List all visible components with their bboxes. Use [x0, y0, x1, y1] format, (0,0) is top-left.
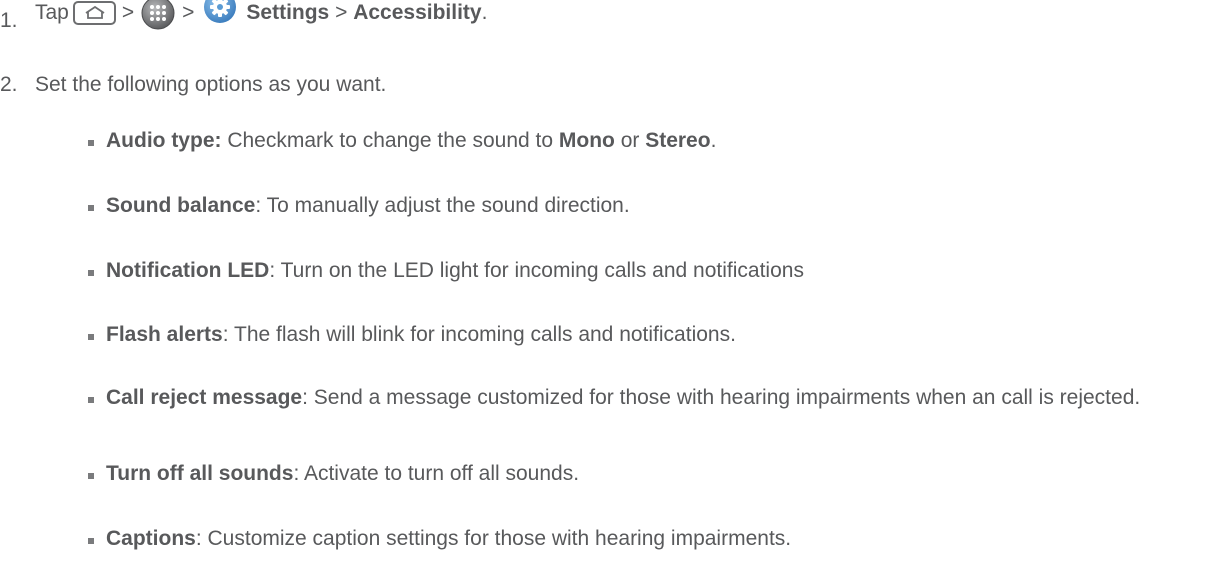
- tap-word: Tap: [35, 1, 69, 24]
- option-text: Call reject message: Send a message cust…: [106, 383, 1186, 413]
- bullet-icon: [88, 397, 94, 403]
- step-text: Tap > > Settings > Accessibility .: [35, 0, 487, 31]
- option-text: Sound balance: To manually adjust the so…: [106, 191, 1186, 221]
- option-desc: : The flash will blink for incoming call…: [222, 323, 736, 346]
- step-number: 2.: [0, 73, 18, 96]
- separator: >: [335, 1, 348, 24]
- option-term: Captions: [106, 527, 196, 550]
- bullet-icon: [88, 205, 94, 211]
- option-text: Captions: Customize caption settings for…: [106, 524, 1186, 554]
- option-desc: : Activate to turn off all sounds.: [293, 462, 580, 485]
- bullet-icon: [88, 538, 94, 544]
- settings-label: Settings: [246, 1, 330, 24]
- option-term: Sound balance: [106, 194, 256, 217]
- document-page: 1. Tap > > Settings > Accessibility . 2.…: [0, 0, 1207, 587]
- option-desc: : Send a message customized for those wi…: [302, 386, 1141, 409]
- option-text: Notification LED: Turn on the LED light …: [106, 256, 1186, 286]
- home-key-icon: [72, 1, 116, 25]
- option-desc: : Turn on the LED light for incoming cal…: [269, 259, 804, 282]
- separator: >: [182, 1, 195, 24]
- step-text: Set the following options as you want.: [35, 73, 387, 96]
- mono-term: Mono: [558, 129, 615, 152]
- option-term: Flash alerts: [106, 323, 223, 346]
- stereo-term: Stereo: [645, 129, 711, 152]
- period: .: [710, 129, 717, 152]
- option-term: Call reject message: [106, 386, 303, 409]
- option-desc: Checkmark to change the sound to: [221, 129, 559, 152]
- bullet-icon: [88, 473, 94, 479]
- step-number: 1.: [0, 9, 18, 32]
- separator: >: [121, 1, 135, 24]
- accessibility-label: Accessibility: [353, 1, 482, 24]
- option-term: Notification LED: [106, 259, 270, 282]
- option-text: Turn off all sounds: Activate to turn of…: [106, 459, 1186, 489]
- option-desc: or: [614, 129, 646, 152]
- option-term: Turn off all sounds: [106, 462, 294, 485]
- apps-icon: [140, 0, 176, 31]
- bullet-icon: [88, 140, 94, 146]
- option-desc: : Customize caption settings for those w…: [195, 527, 792, 550]
- option-desc: : To manually adjust the sound direction…: [255, 194, 630, 217]
- option-text: Flash alerts: The flash will blink for i…: [106, 320, 1186, 350]
- option-text: Audio type: Checkmark to change the soun…: [106, 126, 1186, 156]
- settings-gear-icon: [202, 0, 238, 25]
- bullet-icon: [88, 334, 94, 340]
- period: .: [481, 1, 488, 24]
- bullet-icon: [88, 270, 94, 276]
- option-term: Audio type:: [106, 129, 222, 152]
